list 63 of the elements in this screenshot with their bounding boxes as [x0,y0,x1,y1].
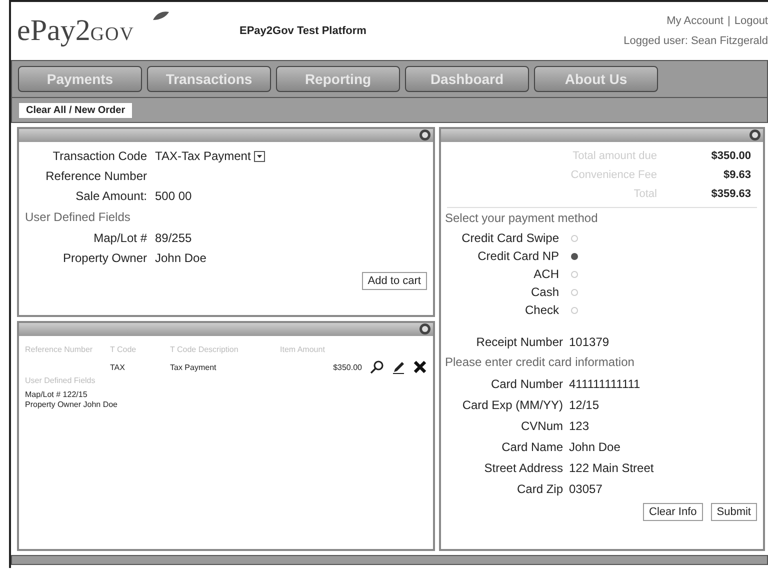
prompt-text: Select your payment method [445,211,599,225]
collapse-icon [749,129,761,141]
field-value: 500 00 [155,189,192,203]
field-value: 03057 [569,482,602,496]
clear-all-button[interactable]: Clear All / New Order [18,102,134,118]
field-value: 122 Main Street [569,460,654,474]
logo: ePay2GOV [17,14,134,48]
field-label: Card Exp (MM/YY) [461,398,564,412]
field-label: Transaction Code [52,149,148,163]
separator: | [727,15,730,27]
field-label: Sale Amount: [74,189,148,203]
summary-value: $350.00 [710,150,751,162]
summary-value: $9.63 [722,168,751,180]
submit-button[interactable]: Submit [710,503,757,521]
column-header: Item Amount [280,344,326,354]
summary-value: $359.63 [710,188,751,200]
payment-method-label: ACH [532,267,560,281]
collapse-icon [419,129,431,141]
field-label: Card Number [490,376,564,390]
field-value: 101379 [569,334,610,348]
field-label: CVNum [520,418,564,432]
field-value: 89/255 [155,231,192,245]
payment-method-label: Cash [530,285,560,299]
collapse-icon [419,323,431,335]
field-label: Street Address [483,460,564,474]
field-value: John Doe [569,440,620,454]
section-label: User Defined Fields [25,376,96,387]
radio-button[interactable] [571,252,578,260]
field-label: Map/Lot # [92,231,148,245]
transaction-code-select[interactable]: TAX-Tax Payment [155,149,265,163]
account-link[interactable]: My Account [666,15,724,27]
field-value: 123 [569,418,590,432]
logged-user: Logged user: Sean Fitzgerald [624,35,768,47]
payment-method-label: Credit Card Swipe [460,231,560,245]
field-value: John Doe [155,251,206,265]
table-cell-text: Tax Payment [170,362,218,372]
field-label: Card Name [500,440,564,454]
table-cell-text: TAX [110,362,126,372]
field-label: Property Owner [62,251,148,265]
detail-text: Property Owner John Doe [25,400,118,410]
section-label: User Defined Fields [25,209,132,226]
prompt-text: Please enter credit card information [445,355,636,369]
search-icon [370,360,384,374]
site-title: EPay2Gov Test Platform [240,25,366,37]
field-label: Receipt Number [475,334,564,348]
payment-method-label: Credit Card NP [476,249,560,263]
field-label: Reference Number [44,169,148,183]
add-to-cart-button[interactable]: Add to cart [362,272,427,290]
payment-method-label: Check [524,303,560,317]
field-label: Card Zip [516,482,564,496]
column-header: Reference Number [25,344,94,354]
field-value: 12/15 [569,398,600,412]
field-value: 411111111111 [569,376,640,390]
logout-link[interactable]: Logout [734,15,768,27]
column-header: T Code [110,344,138,354]
dropdown-icon [254,150,265,162]
pencil-icon [392,360,405,374]
close-icon [413,360,427,374]
table-cell: $350.00 [333,362,362,372]
column-header: T Code Description [170,344,240,354]
detail-text: Map/Lot # 122/15 [25,390,88,400]
clear-info-button[interactable]: Clear Info [643,503,703,521]
leaf-icon [152,11,170,21]
